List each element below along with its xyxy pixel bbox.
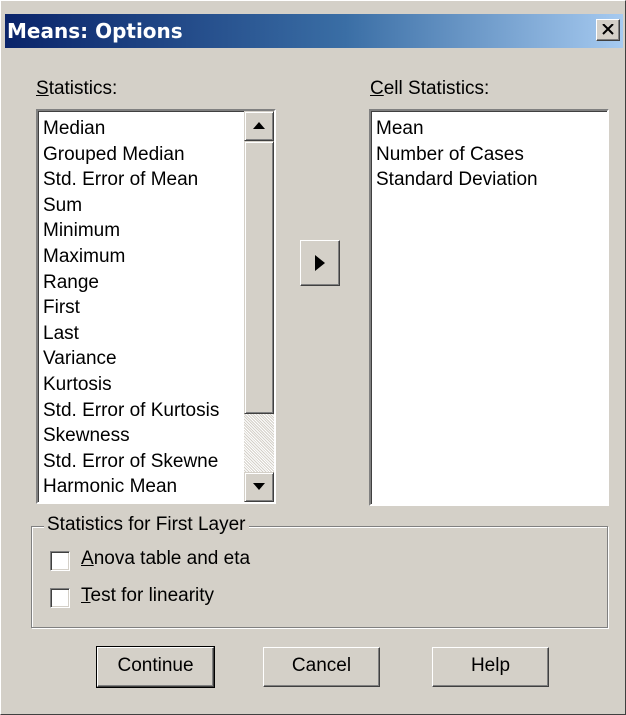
move-to-cell-statistics-button[interactable] xyxy=(300,240,340,286)
statistics-listbox[interactable]: Median Grouped Median Std. Error of Mean Su… xyxy=(36,109,276,504)
right-arrow-icon xyxy=(315,255,325,271)
list-item[interactable]: Skewness xyxy=(43,423,219,449)
list-item[interactable]: Std. Error of Skewne xyxy=(43,449,219,475)
list-item[interactable]: Number of Cases xyxy=(376,142,538,168)
title-bar[interactable]: Means: Options xyxy=(5,14,623,48)
list-item[interactable]: Maximum xyxy=(43,244,219,270)
list-item[interactable]: Std. Error of Mean xyxy=(43,167,219,193)
cell-statistics-label: Cell Statistics: xyxy=(370,78,490,99)
arrow-up-icon xyxy=(253,122,265,129)
scroll-up-button[interactable] xyxy=(244,111,274,141)
list-item[interactable]: Range xyxy=(43,270,219,296)
list-item[interactable]: Grouped Median xyxy=(43,142,219,168)
list-item[interactable]: Mean xyxy=(376,116,538,142)
scroll-thumb[interactable] xyxy=(244,141,274,414)
list-item[interactable]: Kurtosis xyxy=(43,372,219,398)
continue-button[interactable]: Continue xyxy=(96,646,215,688)
statistics-items: Median Grouped Median Std. Error of Mean Su… xyxy=(43,116,219,500)
list-item[interactable]: Standard Deviation xyxy=(376,167,538,193)
list-item[interactable]: Variance xyxy=(43,346,219,372)
close-button[interactable] xyxy=(596,19,620,41)
anova-checkbox[interactable] xyxy=(50,551,70,571)
means-options-dialog: Means: Options Statistics: Median Grouped… xyxy=(0,0,626,715)
list-item[interactable]: Minimum xyxy=(43,218,219,244)
cell-statistics-listbox[interactable]: Mean Number of Cases Standard Deviation xyxy=(369,109,609,506)
help-button[interactable]: Help xyxy=(432,647,549,687)
cancel-button[interactable]: Cancel xyxy=(263,647,380,687)
linearity-checkbox[interactable] xyxy=(50,588,70,608)
list-item[interactable]: Sum xyxy=(43,193,219,219)
window-title: Means: Options xyxy=(7,19,183,43)
cell-statistics-items: Mean Number of Cases Standard Deviation xyxy=(376,116,538,193)
list-item[interactable]: Harmonic Mean xyxy=(43,474,219,500)
list-item[interactable]: Median xyxy=(43,116,219,142)
list-item[interactable]: Std. Error of Kurtosis xyxy=(43,398,219,424)
linearity-label[interactable]: Test for linearity xyxy=(81,585,214,607)
arrow-down-icon xyxy=(253,483,265,490)
statistics-scrollbar[interactable] xyxy=(244,111,274,502)
list-item[interactable]: First xyxy=(43,295,219,321)
list-item[interactable]: Last xyxy=(43,321,219,347)
anova-label[interactable]: Anova table and eta xyxy=(81,548,250,570)
scroll-down-button[interactable] xyxy=(244,472,274,502)
statistics-label: Statistics: xyxy=(36,78,118,99)
close-icon xyxy=(602,24,614,35)
first-layer-groupbox: Statistics for First Layer Anova table a… xyxy=(31,514,608,628)
group-title: Statistics for First Layer xyxy=(44,514,249,536)
